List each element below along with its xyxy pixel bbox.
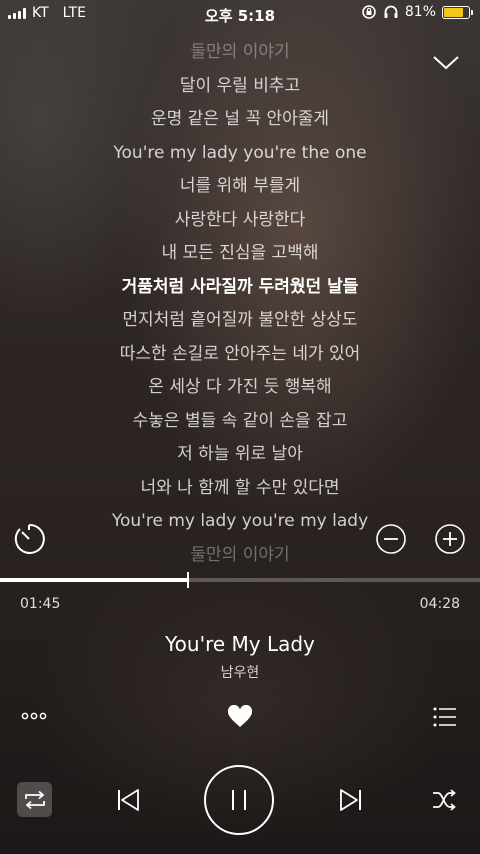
timer-icon[interactable]	[12, 522, 46, 556]
song-title: You're My Lady	[165, 632, 315, 656]
minus-circle-icon[interactable]	[375, 523, 407, 555]
more-icon[interactable]	[20, 706, 48, 726]
elapsed-time: 01:45	[20, 596, 61, 612]
headphones-icon	[384, 5, 398, 18]
lyric-line[interactable]: 먼지처럼 흩어질까 불안한 상상도	[0, 304, 480, 338]
previous-icon[interactable]	[114, 786, 142, 814]
total-time: 04:28	[419, 596, 460, 612]
playlist-icon[interactable]	[432, 706, 458, 728]
lyric-line[interactable]: 온 세상 다 가진 듯 행복해	[0, 371, 480, 405]
pause-button[interactable]	[204, 765, 274, 835]
plus-circle-icon[interactable]	[434, 523, 466, 555]
lyric-line[interactable]: 따스한 손길로 안아주는 네가 있어	[0, 338, 480, 372]
artist-name[interactable]: 남우현	[0, 662, 480, 682]
lyric-line[interactable]: 둘만의 이야기	[0, 539, 480, 573]
lyric-line[interactable]: 둘만의 이야기	[0, 36, 480, 70]
lyric-line[interactable]: 수놓은 별들 속 같이 손을 잡고	[0, 405, 480, 439]
seek-bar[interactable]	[0, 572, 480, 588]
battery-icon	[442, 5, 473, 19]
lyric-line[interactable]: 너를 위해 부를게	[0, 170, 480, 204]
shuffle-icon[interactable]	[431, 788, 457, 812]
lyric-line[interactable]: 너와 나 함께 할 수만 있다면	[0, 472, 480, 506]
lyric-line[interactable]: 내 모든 진심을 고백해	[0, 237, 480, 271]
rotation-lock-icon	[362, 5, 376, 19]
lyric-line[interactable]: 달이 우릴 비추고	[0, 70, 480, 104]
repeat-icon[interactable]	[17, 782, 52, 817]
lyric-line[interactable]: You're my lady you're my lady	[0, 505, 480, 539]
lyric-line[interactable]: 저 하늘 위로 날아	[0, 438, 480, 472]
pause-icon	[232, 790, 246, 810]
seek-bar-handle[interactable]	[187, 572, 190, 588]
heart-icon[interactable]	[227, 705, 253, 729]
lyric-line[interactable]: You're my lady you're the one	[0, 137, 480, 171]
status-bar: KT LTE 오후 5:18 81%	[0, 0, 480, 28]
lyric-line[interactable]: 사랑한다 사랑한다	[0, 204, 480, 238]
next-icon[interactable]	[337, 786, 365, 814]
battery-percent: 81%	[404, 4, 436, 20]
seek-bar-fill	[0, 578, 189, 582]
lyrics-panel[interactable]: 둘만의 이야기 달이 우릴 비추고 운명 같은 널 꼭 안아줄게 You're my …	[0, 36, 480, 572]
lyric-line-current[interactable]: 거품처럼 사라질까 두려웠던 날들	[0, 271, 480, 305]
lyric-line[interactable]: 운명 같은 널 꼭 안아줄게	[0, 103, 480, 137]
